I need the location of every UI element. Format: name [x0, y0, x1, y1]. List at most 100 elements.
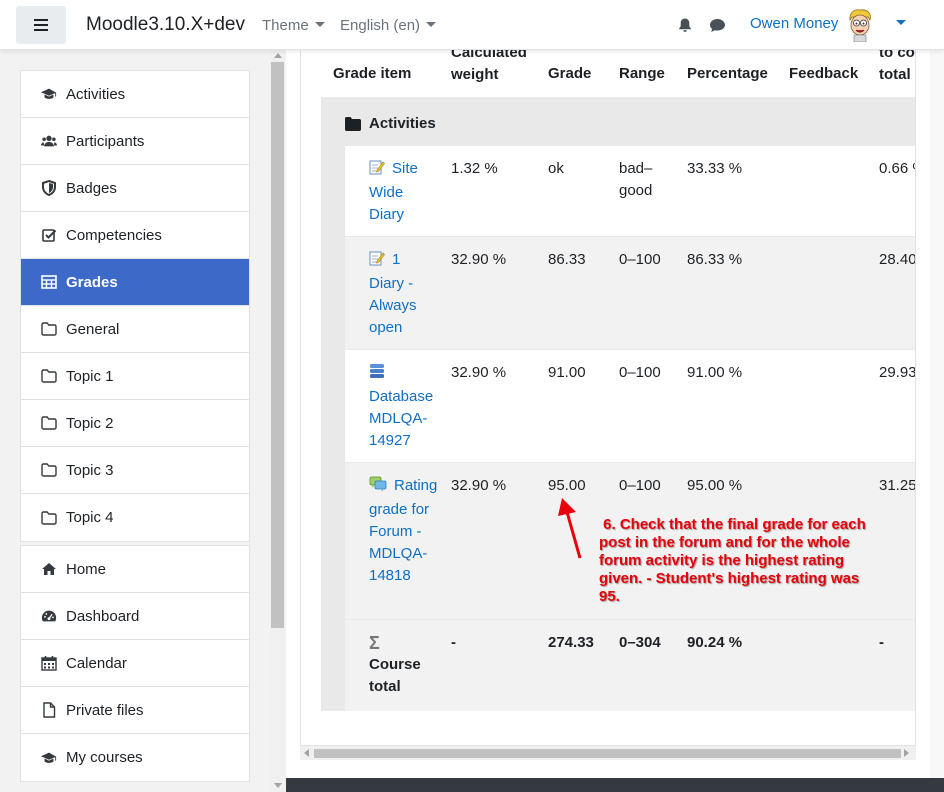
chevron-down-icon [314, 21, 325, 27]
sidebar-item-label: Topic 3 [66, 461, 114, 479]
sidebar-item-label: Topic 4 [66, 509, 114, 526]
chevron-down-icon[interactable] [896, 20, 906, 25]
sidebar-item-grades[interactable]: Grades [21, 259, 249, 306]
grade-item-text: Database [369, 388, 434, 405]
sidebar-item-activities[interactable]: Activities [21, 71, 249, 118]
bell-icon[interactable] [677, 17, 693, 33]
cell-grade: 91.00 [548, 364, 586, 381]
cell-weight: 32.90 % [451, 251, 507, 268]
table-row: Site Wide Diary 1.32 % ok bad– good 33.33 % 0.66… [345, 146, 915, 236]
annotation-line: 95. [599, 588, 620, 605]
grade-item-text: Wide [369, 184, 404, 201]
scroll-up-arrow-icon[interactable] [274, 53, 282, 58]
drawer-toggle-button[interactable] [16, 6, 66, 44]
theme-menu[interactable]: Theme [262, 17, 325, 34]
grade-item-link[interactable]: Rating grade for Forum - MDLQA- 14818 [369, 475, 449, 587]
header-percentage[interactable]: Percentage [687, 63, 768, 85]
scroll-down-arrow-icon[interactable] [274, 783, 282, 788]
main-content: Grade item Calculated weight Grade Range… [286, 48, 930, 778]
file-icon [41, 702, 57, 718]
sidebar-item-general[interactable]: General [21, 306, 249, 353]
grade-item-text: Diary [369, 206, 405, 223]
total-range: 0–304 [619, 634, 661, 651]
grade-item-line: 14818 [369, 565, 449, 587]
course-total-row: Σ Course total - 274.33 0–304 90.24 % - [345, 620, 915, 711]
sidebar-item-competencies[interactable]: Competencies [21, 212, 249, 259]
sidebar-item-label: Grades [66, 273, 118, 291]
scroll-right-arrow-icon[interactable] [904, 749, 909, 757]
grade-item-link[interactable]: 1 Diary - Always open [369, 249, 449, 339]
grade-item-line: Diary [369, 204, 449, 226]
grade-item-line: MDLQA- [369, 408, 449, 430]
cell-weight: 32.90 % [451, 364, 507, 381]
header-range[interactable]: Range [619, 63, 665, 85]
sidebar-item-calendar[interactable]: Calendar [21, 640, 249, 687]
site-brand[interactable]: Moodle3.10.X+dev [86, 14, 245, 36]
grade-item-line: Diary - [369, 273, 449, 295]
cell-range: 0–100 [619, 362, 661, 384]
sidebar-item-participants[interactable]: Participants [21, 118, 249, 165]
sidebar-item-label: Competencies [66, 226, 162, 244]
user-menu-name[interactable]: Owen Money [750, 15, 838, 32]
diary-icon [369, 160, 385, 175]
chat-icon[interactable] [709, 18, 726, 33]
activity-icon [369, 363, 385, 386]
scroll-left-arrow-icon[interactable] [304, 749, 309, 757]
sidebar-item-dashboard[interactable]: Dashboard [21, 593, 249, 640]
graduation-cap-icon [41, 750, 57, 766]
sidebar-item-private-files[interactable]: Private files [21, 687, 249, 734]
activity-icon [369, 159, 385, 182]
header-contribution[interactable]: to co total [879, 49, 915, 86]
annotation-line: 6. Check that the final grade for each [599, 516, 866, 533]
sidebar-item-topic-4[interactable]: Topic 4 [21, 494, 249, 541]
cell-range: 0–100 [619, 475, 661, 497]
cell-percentage: 95.00 % [687, 477, 743, 494]
language-menu[interactable]: English (en) [340, 17, 437, 34]
course-total-text: Course [369, 656, 421, 673]
database-icon [370, 364, 384, 378]
sidebar-item-topic-1[interactable]: Topic 1 [21, 353, 249, 400]
cell-percentage: 86.33 % [687, 251, 743, 268]
folder-icon [41, 462, 57, 478]
grade-item-line: Database [369, 362, 449, 408]
annotation-line: forum activity is the highest rating [599, 552, 845, 569]
sidebar-item-my-courses[interactable]: My courses [21, 734, 249, 781]
grade-item-text: Site [392, 160, 418, 177]
sidebar-item-topic-2[interactable]: Topic 2 [21, 400, 249, 447]
sidebar-item-label: Private files [66, 701, 144, 719]
folder-icon [345, 117, 361, 131]
cell-range-line: 0–100 [619, 251, 661, 268]
graduation-cap-icon [41, 86, 57, 102]
cell-contribution: 31.25 [879, 477, 916, 494]
header-contribution-line2: total [879, 66, 911, 83]
sidebar-item-label: Topic 2 [66, 414, 114, 432]
header-calculated-weight[interactable]: Calculated weight [451, 49, 527, 86]
sidebar-item-home[interactable]: Home [21, 546, 249, 593]
table-scrollbar-thumb[interactable] [314, 749, 901, 758]
header-grade[interactable]: Grade [548, 63, 591, 85]
grade-item-link[interactable]: Database MDLQA- 14927 [369, 362, 449, 452]
checkbox-icon [41, 227, 57, 243]
cell-range-line: 0–100 [619, 364, 661, 381]
drawer-scrollbar-thumb[interactable] [271, 62, 284, 628]
page-scrollbar[interactable] [930, 50, 944, 792]
grade-item-text: grade for [369, 501, 430, 518]
sidebar-item-label: Activities [66, 85, 126, 103]
header-feedback[interactable]: Feedback [789, 63, 858, 85]
header-calculated-weight-line2: weight [451, 66, 499, 83]
hamburger-icon [34, 19, 48, 31]
grade-item-line: Site [369, 158, 449, 182]
sidebar-item-label: Badges [66, 179, 117, 197]
table-horizontal-scrollbar[interactable] [300, 745, 916, 760]
grade-item-link[interactable]: Site Wide Diary [369, 158, 449, 226]
sidebar-item-topic-3[interactable]: Topic 3 [21, 447, 249, 494]
user-avatar[interactable] [846, 8, 874, 42]
grade-item-line: open [369, 317, 449, 339]
header-grade-item[interactable]: Grade item [333, 63, 411, 85]
cell-grade: 86.33 [548, 251, 586, 268]
sidebar-item-badges[interactable]: Badges [21, 165, 249, 212]
sidebar-item-label: Participants [66, 132, 145, 150]
folder-icon [41, 368, 57, 384]
grade-item-text: Forum - [369, 523, 422, 540]
activity-icon [369, 476, 387, 499]
